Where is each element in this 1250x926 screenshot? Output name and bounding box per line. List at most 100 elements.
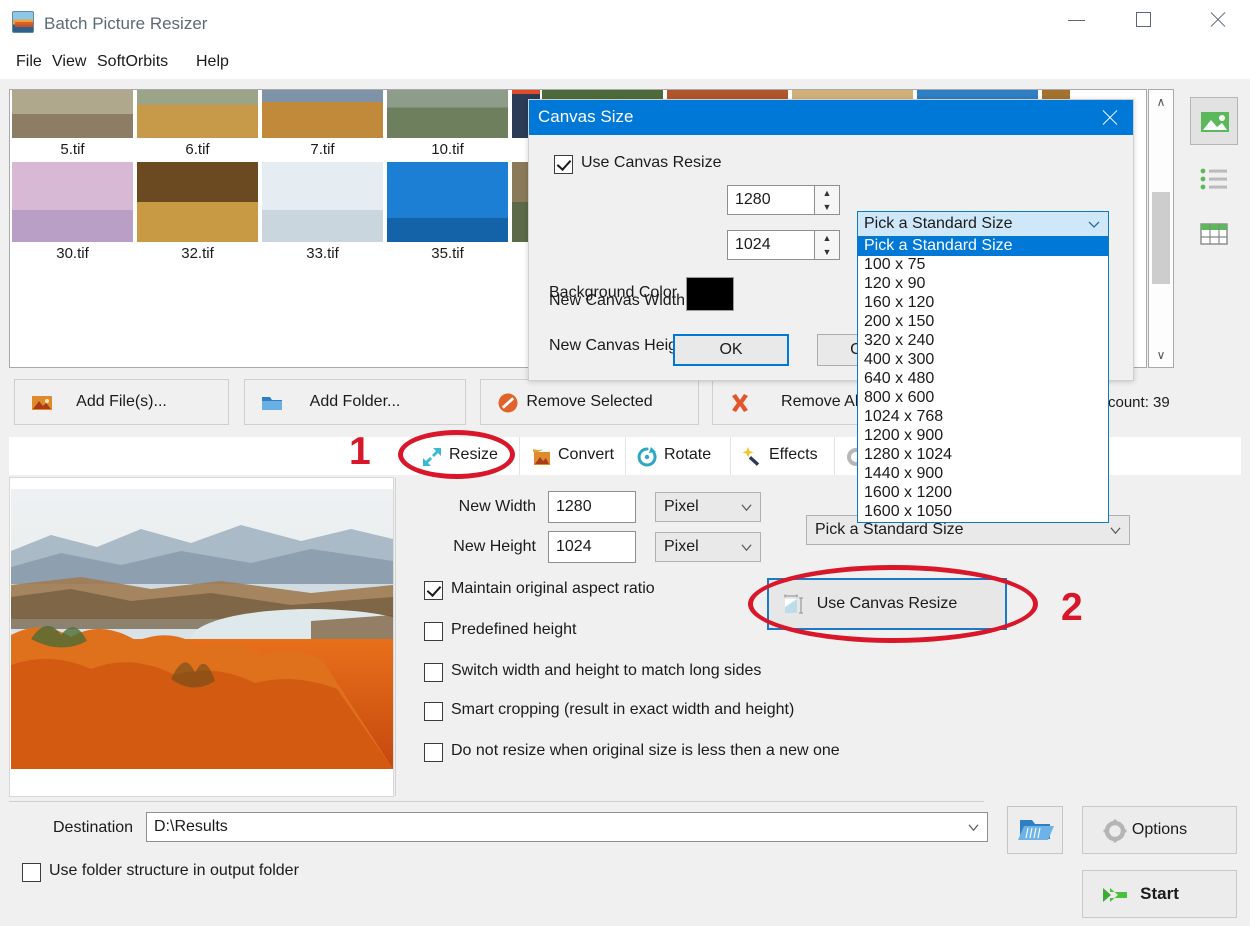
menu-item-softorbits[interactable]: SoftOrbits [89, 46, 176, 79]
table-icon [1200, 223, 1228, 245]
dialog-ok-button[interactable]: OK [673, 334, 789, 366]
checkbox-box [424, 622, 443, 641]
bottom-divider [9, 801, 984, 802]
chevron-down-icon [741, 504, 752, 512]
add-folder-label: Add Folder... [309, 393, 401, 410]
new-width-unit-select[interactable]: Pixel [655, 492, 761, 522]
add-files-button[interactable]: Add File(s)... [14, 379, 229, 425]
dialog-height-spinner[interactable]: ▲ ▼ [814, 230, 840, 260]
view-mode-thumbnail-button[interactable] [1190, 97, 1238, 145]
chevron-down-icon[interactable] [968, 823, 979, 832]
new-height-unit-select[interactable]: Pixel [655, 532, 761, 562]
checkbox-box [424, 743, 443, 762]
thumbnail-item[interactable]: 32.tif [135, 162, 260, 266]
scroll-down-icon[interactable]: ∨ [1149, 343, 1173, 367]
menu-item-view[interactable]: View [44, 46, 94, 79]
thumbnail-label: 5.tif [60, 141, 85, 158]
dropdown-header[interactable]: Pick a Standard Size [857, 211, 1109, 237]
view-mode-list-button[interactable] [1190, 155, 1238, 203]
new-height-input[interactable]: 1024 [548, 531, 636, 563]
dialog-width-spinner[interactable]: ▲ ▼ [814, 185, 840, 215]
tab-effects[interactable]: Effects [730, 437, 834, 475]
spinner-down-icon[interactable]: ▼ [815, 245, 839, 259]
application-window: Batch Picture Resizer File View SoftOrbi… [0, 0, 1250, 926]
dropdown-option[interactable]: 1600 x 1050 [858, 503, 1108, 522]
dialog-new-canvas-width-input[interactable]: 1280 ▲ ▼ [727, 185, 840, 215]
start-button[interactable]: Start [1082, 870, 1237, 918]
thumbnail-item[interactable]: 5.tif [10, 90, 135, 162]
dialog-new-canvas-height-input[interactable]: 1024 ▲ ▼ [727, 230, 840, 260]
dropdown-option[interactable]: 1024 x 768 [858, 408, 1108, 427]
dropdown-option[interactable]: 160 x 120 [858, 294, 1108, 313]
spinner-down-icon[interactable]: ▼ [815, 200, 839, 214]
use-canvas-resize-button[interactable]: Use Canvas Resize [767, 578, 1007, 630]
open-folder-icon [1018, 820, 1054, 840]
dialog-close-button[interactable] [1087, 100, 1133, 135]
thumbnail-item[interactable]: 10.tif [385, 90, 510, 162]
dropdown-option[interactable]: Pick a Standard Size [858, 237, 1108, 256]
app-logo-icon [12, 11, 34, 33]
dropdown-option[interactable]: 120 x 90 [858, 275, 1108, 294]
dropdown-option[interactable]: 800 x 600 [858, 389, 1108, 408]
start-label: Start [1140, 884, 1179, 903]
thumbnail-item[interactable]: 35.tif [385, 162, 510, 266]
menu-item-help[interactable]: Help [188, 46, 237, 79]
resize-arrows-icon [423, 448, 441, 466]
dialog-width-value: 1280 [735, 191, 771, 208]
checkbox-box [424, 663, 443, 682]
pane-divider [395, 478, 396, 796]
browse-destination-button[interactable] [1007, 806, 1063, 854]
spinner-up-icon[interactable]: ▲ [815, 231, 839, 245]
dropdown-option[interactable]: 320 x 240 [858, 332, 1108, 351]
thumbnail-label: 7.tif [310, 141, 335, 158]
maximize-button[interactable] [1123, 0, 1169, 40]
thumbnail-scrollbar[interactable]: ∧ ∨ [1148, 89, 1174, 368]
destination-input[interactable]: D:\Results [146, 812, 988, 842]
dropdown-option[interactable]: 1440 x 900 [858, 465, 1108, 484]
standard-size-value: Pick a Standard Size [815, 521, 964, 538]
thumbnail-label: 33.tif [306, 245, 339, 262]
checkbox-box [424, 702, 443, 721]
tab-rotate[interactable]: Rotate [625, 437, 730, 475]
dropdown-option[interactable]: 1600 x 1200 [858, 484, 1108, 503]
destination-value: D:\Results [154, 818, 228, 835]
thumbnail-item[interactable]: 33.tif [260, 162, 385, 266]
dropdown-option[interactable]: 100 x 75 [858, 256, 1108, 275]
tab-convert[interactable]: Convert [519, 437, 625, 475]
new-height-unit-value: Pixel [664, 538, 699, 555]
thumbnail-item[interactable]: 6.tif [135, 90, 260, 162]
new-height-label: New Height [453, 538, 536, 555]
tab-resize[interactable]: Resize [411, 437, 519, 475]
scrollbar-thumb[interactable] [1152, 192, 1170, 284]
checkbox-label: Use folder structure in output folder [49, 862, 299, 879]
dropdown-option[interactable]: 400 x 300 [858, 351, 1108, 370]
dialog-background-color-swatch[interactable] [686, 277, 734, 311]
dropdown-option[interactable]: 200 x 150 [858, 313, 1108, 332]
options-button[interactable]: Options [1082, 806, 1237, 854]
view-mode-details-button[interactable] [1190, 210, 1238, 258]
tab-convert-label: Convert [558, 446, 615, 463]
thumbnail-image [262, 162, 383, 242]
dropdown-option[interactable]: 1280 x 1024 [858, 446, 1108, 465]
close-button[interactable] [1194, 0, 1240, 40]
title-bar: Batch Picture Resizer [0, 0, 1250, 44]
minimize-button[interactable] [1054, 0, 1100, 40]
thumbnail-label: 30.tif [56, 245, 89, 262]
remove-selected-button[interactable]: Remove Selected [480, 379, 699, 425]
tab-effects-label: Effects [769, 446, 818, 463]
dropdown-option[interactable]: 640 x 480 [858, 370, 1108, 389]
dropdown-options-list[interactable]: Pick a Standard Size 100 x 75 120 x 90 1… [857, 237, 1109, 523]
dialog-title-bar: Canvas Size [529, 100, 1133, 135]
new-width-input[interactable]: 1280 [548, 491, 636, 523]
dialog-title: Canvas Size [538, 107, 634, 126]
checkbox-box [424, 581, 443, 600]
checkbox-label: Maintain original aspect ratio [451, 580, 655, 597]
thumbnail-item[interactable]: 7.tif [260, 90, 385, 162]
thumbnail-item[interactable]: 30.tif [10, 162, 135, 266]
tab-rotate-label: Rotate [664, 446, 712, 463]
spinner-up-icon[interactable]: ▲ [815, 186, 839, 200]
dropdown-option[interactable]: 1200 x 900 [858, 427, 1108, 446]
scroll-up-icon[interactable]: ∧ [1149, 90, 1173, 114]
standard-size-dropdown[interactable]: Pick a Standard Size Pick a Standard Siz… [857, 211, 1109, 523]
add-folder-button[interactable]: Add Folder... [244, 379, 466, 425]
